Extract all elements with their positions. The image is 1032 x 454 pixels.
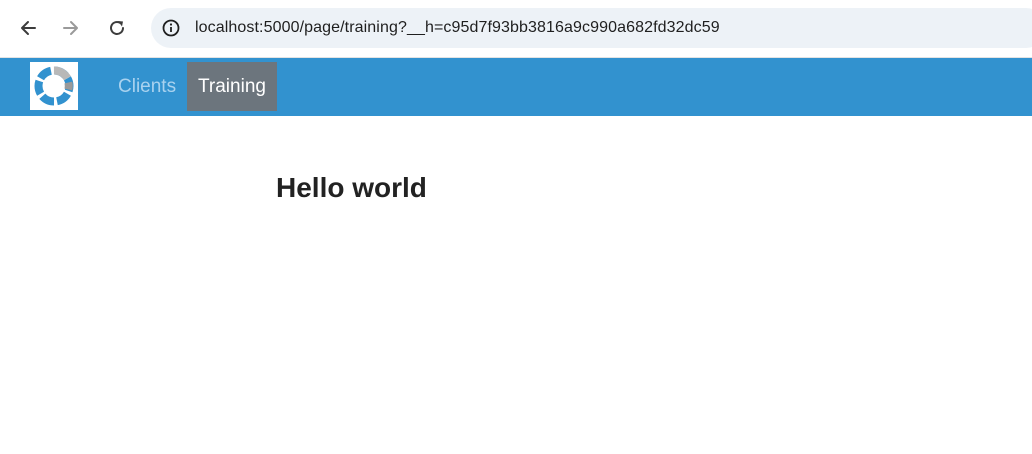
back-button[interactable] bbox=[13, 13, 43, 43]
app-navbar: Clients Training bbox=[0, 58, 1032, 116]
forward-button[interactable] bbox=[56, 13, 86, 43]
page-title: Hello world bbox=[276, 172, 427, 203]
nav-link-label: Training bbox=[198, 75, 266, 97]
arrow-right-icon bbox=[63, 21, 78, 35]
reload-button[interactable] bbox=[102, 13, 132, 43]
nav-link-label: Clients bbox=[118, 75, 177, 97]
nav-link-training[interactable]: Training bbox=[187, 62, 277, 111]
nav-link-clients[interactable]: Clients bbox=[108, 62, 186, 111]
brand-logo[interactable] bbox=[30, 62, 78, 110]
info-icon bbox=[162, 19, 180, 37]
browser-toolbar: localhost:5000/page/training?__h=c95d7f9… bbox=[0, 0, 1032, 58]
url-text[interactable]: localhost:5000/page/training?__h=c95d7f9… bbox=[195, 19, 720, 37]
arrow-left-icon bbox=[21, 21, 36, 35]
site-info-button[interactable] bbox=[158, 15, 184, 41]
address-bar[interactable]: localhost:5000/page/training?__h=c95d7f9… bbox=[151, 8, 1032, 48]
ring-logo-icon bbox=[34, 66, 74, 106]
reload-icon bbox=[110, 20, 124, 35]
